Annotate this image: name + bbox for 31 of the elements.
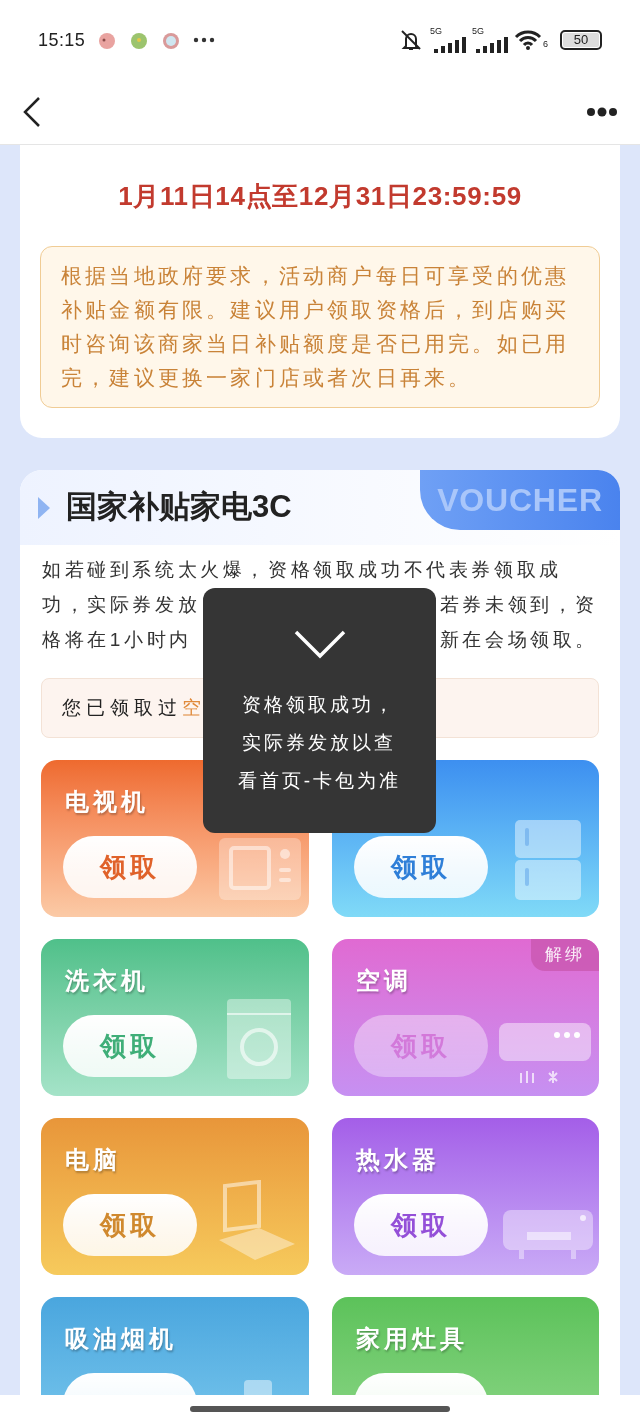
- network-label: 5G: [472, 25, 484, 38]
- battery-level: 50: [563, 33, 599, 47]
- received-item: 空: [182, 695, 206, 720]
- network-label: 5G: [430, 25, 442, 38]
- claim-button[interactable]: 领取: [353, 1194, 488, 1256]
- description-text: 新在会场领取。: [439, 628, 598, 653]
- claim-button[interactable]: 领取: [63, 1015, 197, 1077]
- claim-button[interactable]: 领取: [63, 1194, 197, 1256]
- category-title: 吸油烟机: [65, 1324, 177, 1354]
- toast-message: 看首页-卡包为准: [237, 768, 402, 793]
- claim-button[interactable]: 领取: [63, 836, 197, 898]
- category-title: 空调: [355, 966, 412, 996]
- description-text: 如若碰到系统太火爆，资格领取成功不代表券领取成: [42, 558, 562, 583]
- description-text: 若券未领到，资: [439, 593, 598, 618]
- category-title: 电脑: [65, 1145, 121, 1175]
- received-text: 您已领取过: [62, 695, 182, 720]
- category-title: 热水器: [355, 1145, 440, 1175]
- description-text: 格将在1小时内: [42, 628, 192, 653]
- wifi-label: 6: [543, 37, 548, 51]
- claim-button[interactable]: 领取: [353, 836, 488, 898]
- section-title: 国家补贴家电3C: [66, 488, 292, 527]
- toast-message: 实际券发放以查: [242, 730, 397, 755]
- voucher-watermark: VOUCHER: [437, 481, 603, 520]
- notice-text: 根据当地政府要求，活动商户每日可享受的优惠补贴金额有限。建议用户领取资格后，到店购买时咨询该商家当日补贴额度是否已用完。如已用完，建议更换一家门店或者次日再来。: [40, 246, 600, 408]
- description-text: 功，实际券发放: [42, 593, 201, 618]
- activity-period: 1月11日14点至12月31日23:59:59: [118, 180, 522, 213]
- category-title: 洗衣机: [65, 966, 149, 996]
- toast-message: 资格领取成功，: [242, 692, 397, 717]
- category-title: 家用灶具: [355, 1324, 468, 1354]
- category-title: 电视机: [65, 787, 149, 817]
- status-time: 15:15: [38, 28, 86, 52]
